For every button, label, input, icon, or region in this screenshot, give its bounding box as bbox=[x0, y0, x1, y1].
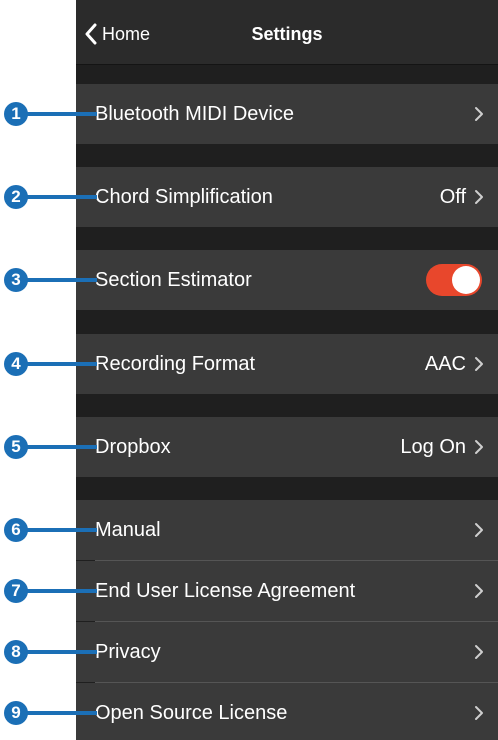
row-value: Log On bbox=[400, 435, 466, 458]
page-title: Settings bbox=[251, 24, 323, 44]
callout-line bbox=[26, 711, 97, 715]
chevron-right-icon bbox=[475, 584, 483, 598]
callout-badge: 6 bbox=[4, 518, 28, 542]
callout-badge: 9 bbox=[4, 701, 28, 725]
callout-line bbox=[26, 362, 97, 366]
callout-badge: 8 bbox=[4, 640, 28, 664]
callout-badge: 1 bbox=[4, 102, 28, 126]
row-label: Open Source License bbox=[95, 701, 288, 724]
row-value: Off bbox=[439, 185, 466, 208]
callout-line bbox=[26, 528, 97, 532]
row-label: Bluetooth MIDI Device bbox=[95, 102, 294, 125]
row-chord-simplification[interactable]: Chord Simplification Off bbox=[76, 167, 498, 227]
navigation-bar: Home Settings bbox=[76, 0, 498, 65]
callout-line bbox=[26, 112, 97, 116]
row-manual[interactable]: Manual bbox=[76, 500, 498, 560]
callout-line bbox=[26, 195, 97, 199]
callout-line bbox=[26, 589, 97, 593]
row-bluetooth-midi-device[interactable]: Bluetooth MIDI Device bbox=[76, 84, 498, 144]
row-dropbox[interactable]: Dropbox Log On bbox=[76, 417, 498, 477]
row-privacy[interactable]: Privacy bbox=[76, 622, 498, 682]
chevron-right-icon bbox=[475, 357, 483, 371]
row-value: AAC bbox=[424, 352, 466, 375]
row-open-source-license[interactable]: Open Source License bbox=[76, 683, 498, 740]
chevron-right-icon bbox=[475, 107, 483, 121]
callout-badge: 4 bbox=[4, 352, 28, 376]
row-label: Dropbox bbox=[95, 435, 171, 458]
callout-line bbox=[26, 445, 97, 449]
callout-badge: 5 bbox=[4, 435, 28, 459]
row-end-user-license-agreement[interactable]: End User License Agreement bbox=[76, 561, 498, 621]
row-recording-format[interactable]: Recording Format AAC bbox=[76, 334, 498, 394]
chevron-right-icon bbox=[475, 190, 483, 204]
settings-screen: Home Settings Bluetooth MIDI Device Chor… bbox=[76, 0, 498, 740]
row-label: Chord Simplification bbox=[95, 185, 273, 208]
chevron-right-icon bbox=[475, 440, 483, 454]
callout-badge: 2 bbox=[4, 185, 28, 209]
callout-line bbox=[26, 650, 97, 654]
row-label: Recording Format bbox=[95, 352, 256, 375]
section-estimator-toggle[interactable] bbox=[426, 264, 482, 296]
chevron-right-icon bbox=[475, 523, 483, 537]
callout-badge: 3 bbox=[4, 268, 28, 292]
row-label: End User License Agreement bbox=[95, 579, 356, 602]
row-label: Section Estimator bbox=[95, 268, 252, 291]
chevron-right-icon bbox=[475, 706, 483, 720]
callout-badge: 7 bbox=[4, 579, 28, 603]
toggle-knob bbox=[452, 266, 480, 294]
row-section-estimator: Section Estimator bbox=[76, 250, 498, 310]
chevron-right-icon bbox=[475, 645, 483, 659]
row-label: Manual bbox=[95, 518, 161, 541]
row-label: Privacy bbox=[95, 640, 161, 663]
callout-line bbox=[26, 278, 97, 282]
